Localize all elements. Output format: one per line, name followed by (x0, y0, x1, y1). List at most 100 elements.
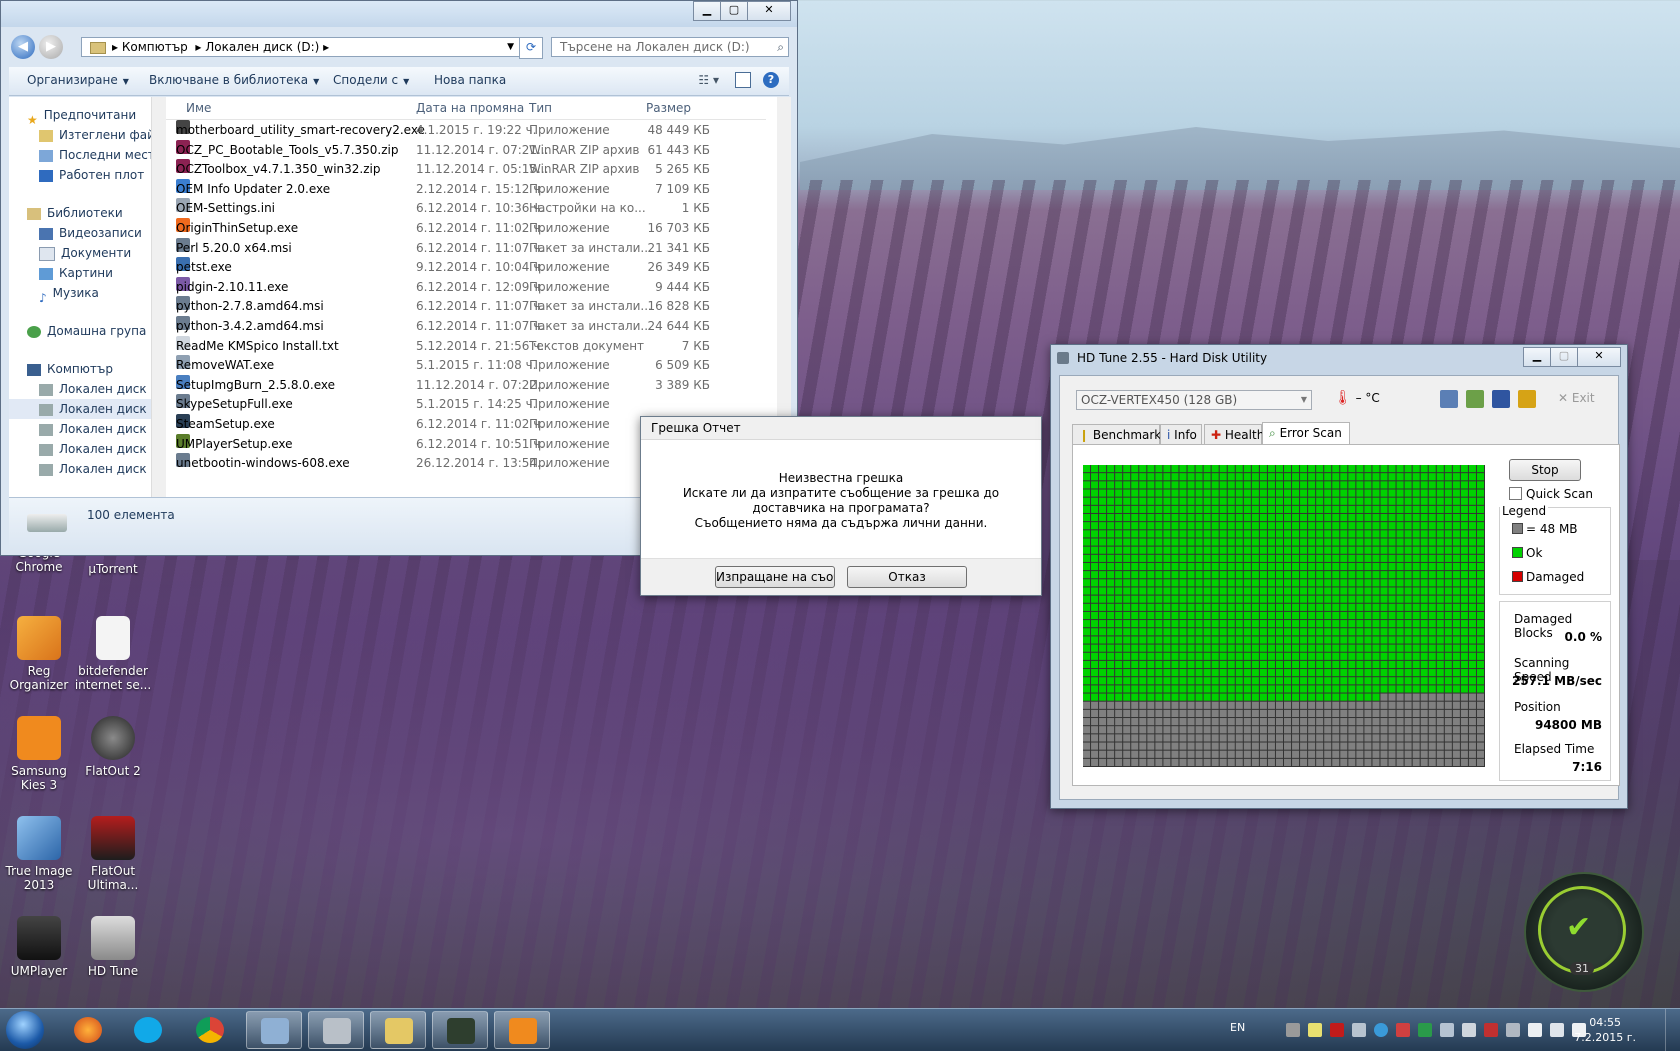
tray-utility-icon[interactable] (1484, 1023, 1498, 1037)
clock[interactable]: 04:55 7.2.2015 г. (1574, 1015, 1636, 1045)
tray-nvidia-icon[interactable] (1418, 1023, 1432, 1037)
nav-homegroup[interactable]: Домашна група (27, 321, 146, 341)
tray-bitdefender-icon[interactable] (1330, 1023, 1344, 1037)
copy-screenshot-icon[interactable] (1466, 390, 1484, 408)
send-report-button[interactable]: Изпращане на съоб... (715, 566, 835, 588)
tab-health[interactable]: ✚ Health (1204, 424, 1264, 445)
organize-menu[interactable]: Организиране ▼ (27, 73, 129, 87)
tray-flag-icon[interactable] (1528, 1023, 1542, 1037)
desktop-icon-reg-organizer[interactable]: Reg Organizer (0, 616, 78, 692)
drive-select[interactable]: OCZ-VERTEX450 (128 GB) ▼ (1076, 390, 1312, 410)
breadcrumb-drive[interactable]: Локален диск (D:) (205, 40, 319, 54)
view-options-icon[interactable]: ☷ ▾ (698, 73, 719, 87)
help-icon[interactable]: ? (763, 72, 779, 88)
tray-player-icon[interactable] (1374, 1023, 1388, 1037)
explorer-titlebar[interactable]: ▁ ▢ ✕ (1, 1, 797, 27)
options-icon[interactable] (1518, 390, 1536, 408)
desktop-icon-utorrent[interactable]: µTorrent (74, 562, 152, 576)
file-row[interactable]: OEM-Settings.ini 6.12.2014 г. 10:36 ч. Нас… (166, 198, 766, 218)
taskbar-skype[interactable] (120, 1011, 176, 1049)
taskbar-hdtune[interactable] (308, 1011, 364, 1049)
desktop-icon-umplayer[interactable]: UMPlayer (0, 916, 78, 978)
taskbar-explorer[interactable] (370, 1011, 426, 1049)
file-row[interactable]: RemoveWAT.exe 5.1.2015 г. 11:08 ч. Приложе… (166, 355, 766, 375)
chevron-down-icon[interactable]: ▼ (507, 38, 514, 56)
column-size[interactable]: Размер (646, 101, 691, 115)
desktop-icon-hdtune[interactable]: HD Tune (74, 916, 152, 978)
desktop-icon-flatout-ultimate[interactable]: FlatOut Ultima... (74, 816, 152, 892)
file-row[interactable]: SetupImgBurn_2.5.8.0.exe 11.12.2014 г. 07… (166, 374, 766, 395)
tray-temp-icon[interactable] (1286, 1023, 1300, 1037)
desktop-gadget[interactable]: ✔ 31 (1524, 872, 1644, 992)
tray-speaker-muted-icon[interactable] (1462, 1023, 1476, 1037)
nav-pictures[interactable]: Картини (39, 263, 113, 283)
column-type[interactable]: Тип (529, 101, 552, 115)
close-button[interactable]: ✕ (747, 1, 791, 21)
tray-printer-icon[interactable] (1352, 1023, 1366, 1037)
refresh-button[interactable]: ⟳ (519, 37, 543, 59)
hdtune-titlebar[interactable]: HD Tune 2.55 - Hard Disk Utility ▁ ▢ ✕ (1051, 345, 1627, 371)
file-row[interactable]: ReadMe KMSpico Install.txt 5.12.2014 г. 2… (166, 335, 766, 356)
desktop-icon-flatout2[interactable]: FlatOut 2 (74, 716, 152, 778)
nav-computer[interactable]: Компютър (27, 359, 113, 379)
search-input[interactable]: Търсене на Локален диск (D:) ⌕ (551, 37, 789, 57)
file-row[interactable]: motherboard_utility_smart-recovery2.exe 4… (166, 120, 766, 140)
nav-drive-c[interactable]: Локален диск (C (39, 379, 157, 399)
tray-connection-icon[interactable] (1550, 1023, 1564, 1037)
nav-videos[interactable]: Видеозаписи (39, 223, 142, 243)
column-name[interactable]: Име (186, 101, 211, 115)
cancel-button[interactable]: Отказ (847, 566, 967, 588)
taskbar-control-panel[interactable] (246, 1011, 302, 1049)
tray-note-icon[interactable] (1308, 1023, 1322, 1037)
tray-security-icon[interactable] (1396, 1023, 1410, 1037)
desktop-icon-samsung-kies[interactable]: Samsung Kies 3 (0, 716, 78, 792)
start-button[interactable] (6, 1011, 44, 1049)
file-row[interactable]: pidgin-2.10.11.exe 6.12.2014 г. 12:09 ч. П… (166, 276, 766, 297)
nav-favorites[interactable]: ★ Предпочитани (27, 105, 136, 127)
share-with-menu[interactable]: Сподели с ▼ (333, 73, 409, 87)
tray-display-icon[interactable] (1440, 1023, 1454, 1037)
file-row[interactable]: python-2.7.8.amd64.msi 6.12.2014 г. 11:07… (166, 296, 766, 316)
taskbar-firefox[interactable] (60, 1011, 116, 1049)
file-row[interactable]: Perl 5.20.0 x64.msi 6.12.2014 г. 11:07 ч.… (166, 237, 766, 258)
address-field[interactable]: ▸ Компютър ▸ Локален диск (D:) ▸ ▼ (81, 37, 521, 57)
nav-music[interactable]: ♪ Музика (39, 283, 99, 305)
desktop-icon-bitdefender[interactable]: bitdefender internet se... (74, 616, 152, 692)
close-button[interactable]: ✕ (1577, 347, 1621, 367)
stop-button[interactable]: Stop (1509, 459, 1581, 481)
file-row[interactable]: petst.exe 9.12.2014 г. 10:04 ч. Приложение… (166, 257, 766, 277)
maximize-button[interactable]: ▢ (720, 1, 748, 21)
file-row[interactable]: OriginThinSetup.exe 6.12.2014 г. 11:02 ч.… (166, 218, 766, 238)
forward-button[interactable]: ▶ (39, 35, 63, 59)
quick-scan-checkbox[interactable]: Quick Scan (1509, 487, 1593, 501)
language-indicator[interactable]: EN (1230, 1021, 1245, 1034)
file-row[interactable]: python-3.4.2.amd64.msi 6.12.2014 г. 11:07… (166, 316, 766, 336)
nav-drive-i[interactable]: Локален диск (I: (39, 419, 157, 439)
back-button[interactable]: ◀ (11, 35, 35, 59)
desktop-icon-true-image[interactable]: True Image 2013 (0, 816, 78, 892)
taskbar-samsung-kies[interactable] (494, 1011, 550, 1049)
taskbar-terminal[interactable] (432, 1011, 488, 1049)
minimize-button[interactable]: ▁ (693, 1, 721, 21)
maximize-button[interactable]: ▢ (1550, 347, 1578, 367)
nav-drive-d[interactable]: Локален диск (D (9, 399, 157, 419)
nav-scrollbar[interactable] (151, 97, 166, 497)
nav-drive-k[interactable]: Локален диск (K (39, 459, 157, 479)
nav-recent[interactable]: Последни места (39, 145, 157, 165)
save-icon[interactable] (1492, 390, 1510, 408)
copy-info-icon[interactable] (1440, 390, 1458, 408)
nav-drive-j[interactable]: Локален диск (J: (39, 439, 157, 459)
new-folder-button[interactable]: Нова папка (434, 73, 506, 87)
exit-button[interactable]: ✕ Exit (1558, 391, 1595, 405)
nav-documents[interactable]: Документи (39, 243, 131, 263)
tab-info[interactable]: ⅰ Info (1160, 424, 1202, 445)
tab-benchmark[interactable]: ❙ Benchmark (1072, 424, 1161, 445)
include-library-menu[interactable]: Включване в библиотека ▼ (149, 73, 319, 87)
breadcrumb-computer[interactable]: Компютър (122, 40, 188, 54)
dialog-title[interactable]: Грешка Отчет (641, 417, 1041, 440)
nav-downloads[interactable]: Изтеглени файл (39, 125, 157, 145)
file-row[interactable]: OCZ_PC_Bootable_Tools_v5.7.350.zip 11.12.… (166, 139, 766, 160)
tab-error-scan[interactable]: ⌕ Error Scan (1262, 422, 1350, 445)
file-row[interactable]: OEM Info Updater 2.0.exe 2.12.2014 г. 15:… (166, 178, 766, 199)
minimize-button[interactable]: ▁ (1523, 347, 1551, 367)
